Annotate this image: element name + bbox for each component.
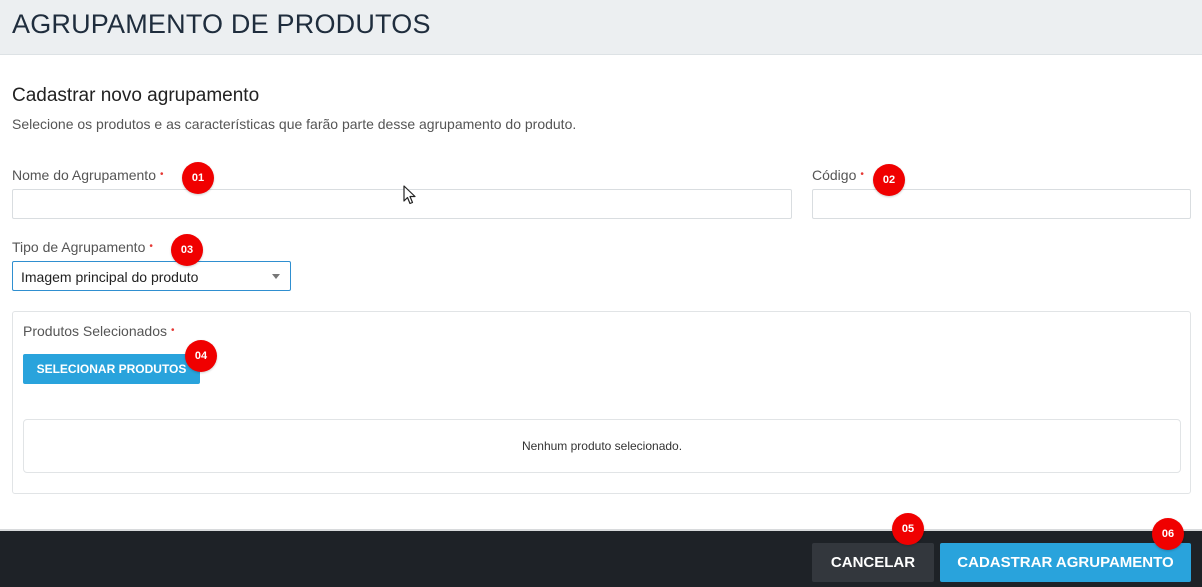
footer-action-bar: CANCELAR CADASTRAR AGRUPAMENTO bbox=[0, 529, 1202, 587]
page-header: AGRUPAMENTO DE PRODUTOS bbox=[0, 0, 1202, 55]
annotation-marker-01: 01 bbox=[182, 162, 214, 194]
code-input[interactable] bbox=[812, 189, 1191, 219]
empty-products-message-box: Nenhum produto selecionado. bbox=[23, 419, 1181, 473]
code-label-text: Código bbox=[812, 167, 857, 183]
chevron-down-icon bbox=[272, 274, 280, 279]
mouse-cursor-icon bbox=[403, 185, 416, 205]
selected-products-panel: Produtos Selecionados • SELECIONAR PRODUT… bbox=[12, 311, 1191, 494]
name-input[interactable] bbox=[12, 189, 792, 219]
name-field-label: Nome do Agrupamento • bbox=[12, 167, 164, 183]
type-label-text: Tipo de Agrupamento bbox=[12, 239, 146, 255]
page-title: AGRUPAMENTO DE PRODUTOS bbox=[12, 9, 431, 39]
required-indicator: • bbox=[149, 241, 153, 252]
code-field-label: Código • bbox=[812, 167, 864, 183]
annotation-marker-04: 04 bbox=[185, 340, 217, 372]
type-field-label: Tipo de Agrupamento • bbox=[12, 239, 153, 255]
section-subtitle: Selecione os produtos e as característic… bbox=[12, 116, 577, 132]
products-field-label: Produtos Selecionados • bbox=[23, 323, 175, 339]
required-indicator: • bbox=[860, 169, 864, 180]
section-title: Cadastrar novo agrupamento bbox=[12, 85, 260, 106]
grouping-type-select[interactable]: Imagem principal do produto bbox=[12, 261, 291, 291]
required-indicator: • bbox=[171, 325, 175, 336]
annotation-marker-03: 03 bbox=[171, 234, 203, 266]
cancel-button[interactable]: CANCELAR bbox=[812, 543, 934, 582]
grouping-type-selected-value: Imagem principal do produto bbox=[21, 269, 199, 285]
annotation-marker-06: 06 bbox=[1152, 518, 1184, 550]
annotation-marker-05: 05 bbox=[892, 513, 924, 545]
name-label-text: Nome do Agrupamento bbox=[12, 167, 156, 183]
select-products-button[interactable]: SELECIONAR PRODUTOS bbox=[23, 354, 200, 384]
annotation-marker-02: 02 bbox=[873, 164, 905, 196]
register-grouping-button[interactable]: CADASTRAR AGRUPAMENTO bbox=[940, 543, 1191, 582]
products-label-text: Produtos Selecionados bbox=[23, 323, 167, 339]
empty-products-message: Nenhum produto selecionado. bbox=[521, 439, 683, 453]
required-indicator: • bbox=[159, 169, 164, 180]
